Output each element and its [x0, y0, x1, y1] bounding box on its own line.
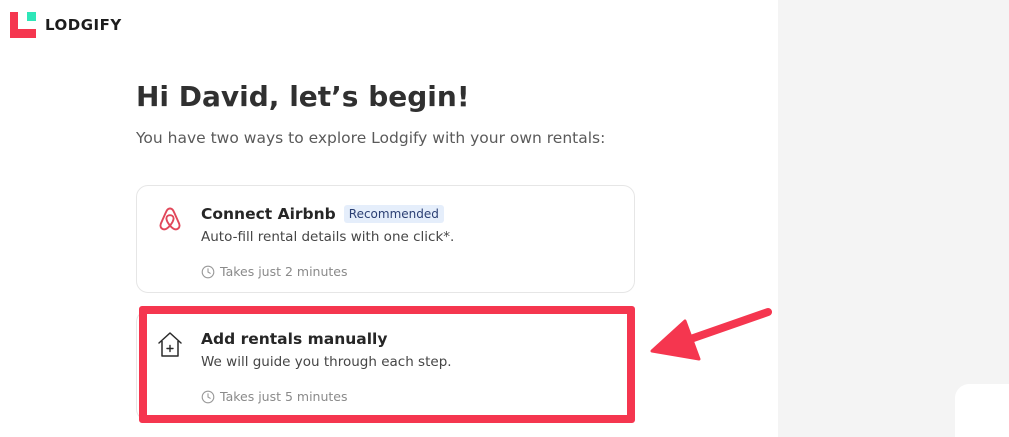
lodgify-logo-icon [10, 12, 36, 38]
add-rentals-manually-time-label: Takes just 5 minutes [220, 389, 348, 404]
add-rentals-manually-option[interactable]: Add rentals manually We will guide you t… [136, 310, 635, 421]
add-rentals-manually-title: Add rentals manually [201, 330, 388, 348]
add-rentals-manually-time: Takes just 5 minutes [201, 389, 622, 404]
connect-airbnb-time-label: Takes just 2 minutes [220, 264, 348, 279]
airbnb-icon [155, 204, 185, 234]
connect-airbnb-title: Connect Airbnb [201, 205, 336, 223]
add-rentals-manually-description: We will guide you through each step. [201, 354, 452, 370]
recommended-badge: Recommended [343, 205, 444, 223]
brand-name: LODGIFY [45, 16, 122, 34]
page-title: Hi David, let’s begin! [136, 80, 470, 113]
clock-icon [201, 265, 215, 278]
annotation-arrow-icon [650, 308, 772, 361]
house-plus-icon [155, 329, 185, 359]
connect-airbnb-time: Takes just 2 minutes [201, 264, 622, 279]
lodgify-logo[interactable]: LODGIFY [10, 12, 122, 38]
clock-icon [201, 390, 215, 403]
right-panel-card [955, 384, 1009, 437]
connect-airbnb-option[interactable]: Connect Airbnb Recommended Auto-fill ren… [136, 185, 635, 293]
connect-airbnb-description: Auto-fill rental details with one click*… [201, 229, 455, 245]
page-subtitle: You have two ways to explore Lodgify wit… [136, 129, 606, 147]
right-side-panel [778, 0, 1009, 437]
